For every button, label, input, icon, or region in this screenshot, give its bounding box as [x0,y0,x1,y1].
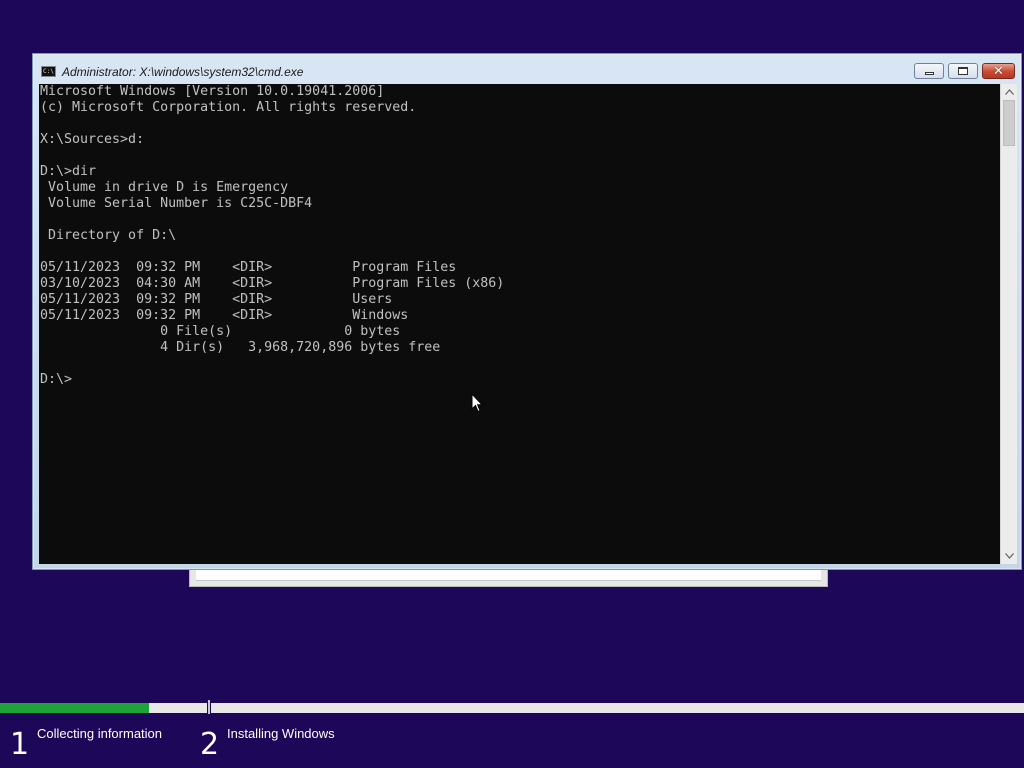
scroll-thumb[interactable] [1003,100,1015,146]
minimize-icon [924,72,934,75]
step1-label: Collecting information [37,726,163,741]
console-line: 4 Dir(s) 3,968,720,896 bytes free [40,340,441,355]
console-line: X:\Sources>d: [40,132,145,147]
maximize-button[interactable] [948,63,978,79]
step-divider [208,700,210,714]
minimize-button[interactable] [914,63,944,79]
console-line: 03/10/2023 04:30 AM <DIR> Program Files … [40,276,505,291]
vertical-scrollbar[interactable] [1000,84,1017,564]
cmd-app-icon: C:\ [41,66,56,77]
chevron-down-icon [1004,553,1014,559]
mouse-pointer-icon [471,393,483,413]
window-title: Administrator: X:\windows\system32\cmd.e… [62,65,304,79]
step1-progress-fill [0,703,150,713]
maximize-icon [958,67,968,75]
console-line: Volume in drive D is Emergency [40,180,289,195]
step2-label: Installing Windows [227,726,335,741]
chevron-up-icon [1004,89,1014,95]
step2-number: 2 [200,727,220,762]
close-icon: ✕ [993,63,1004,79]
console-line: (c) Microsoft Corporation. All rights re… [40,100,417,115]
console-line: D:\> [40,372,73,387]
console-line: Microsoft Windows [Version 10.0.19041.20… [40,84,385,99]
console-line: 05/11/2023 09:32 PM <DIR> Users [40,292,393,307]
console-line: Directory of D:\ [40,228,177,243]
console-line: 0 File(s) 0 bytes [40,324,401,339]
setup-dialog-edge [189,568,828,587]
close-button[interactable]: ✕ [982,63,1015,79]
step1-progress-track [0,703,207,713]
console-line: Volume Serial Number is C25C-DBF4 [40,196,313,211]
cmd-window[interactable]: C:\ Administrator: X:\windows\system32\c… [32,53,1022,570]
step2-progress-track [211,703,1024,713]
console-line: 05/11/2023 09:32 PM <DIR> Windows [40,308,409,323]
console-output[interactable]: Microsoft Windows [Version 10.0.19041.20… [39,84,1000,564]
scroll-up-button[interactable] [1001,84,1017,100]
setup-progress-bar [0,703,1024,713]
step1-number: 1 [10,727,30,762]
scroll-down-button[interactable] [1001,548,1017,564]
console-line: 05/11/2023 09:32 PM <DIR> Program Files [40,260,457,275]
title-bar[interactable]: C:\ Administrator: X:\windows\system32\c… [33,54,1021,84]
console-line: D:\>dir [40,164,97,179]
